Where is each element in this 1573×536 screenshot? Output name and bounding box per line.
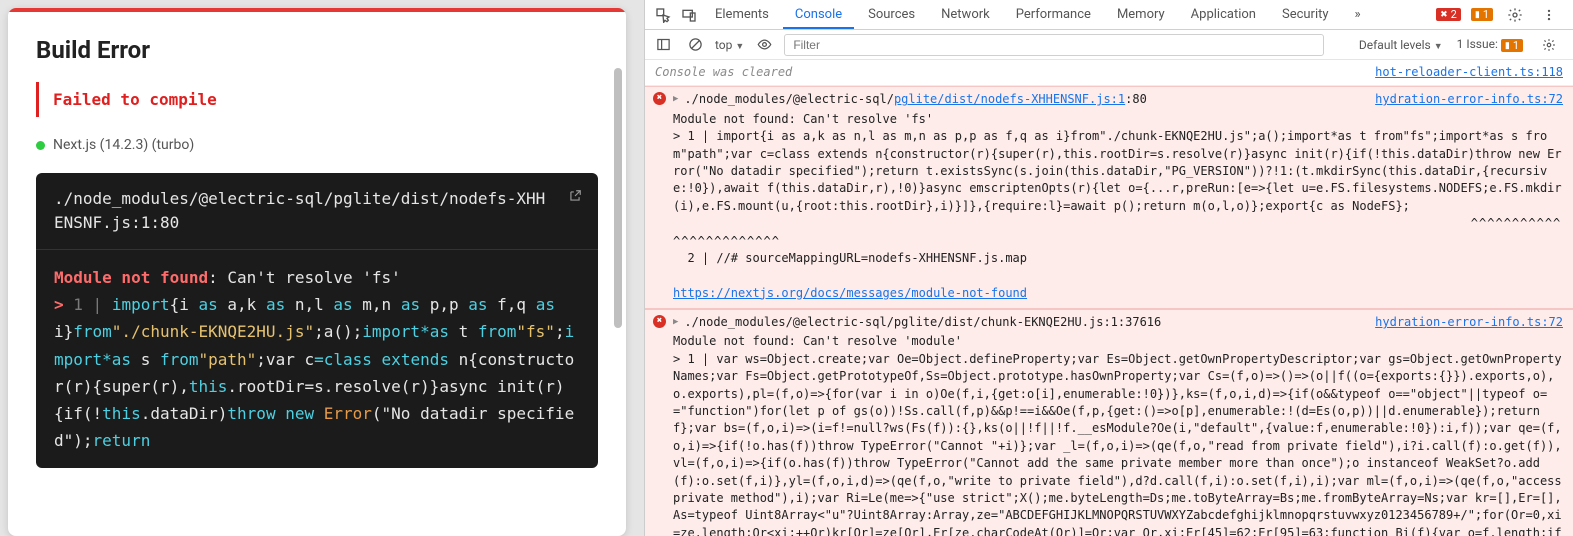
error-body: Module not found: Can't resolve 'module'… <box>673 333 1563 536</box>
console-settings-gear-icon[interactable] <box>1537 33 1561 57</box>
error-card-body: Build Error Failed to compile Next.js (1… <box>8 12 626 536</box>
clear-console-icon[interactable] <box>683 33 707 57</box>
devtools-panel: Elements Console Sources Network Perform… <box>644 0 1573 536</box>
kw-import: import <box>112 295 170 314</box>
tab-network[interactable]: Network <box>929 1 1002 28</box>
console-row-error[interactable]: ✖ ▶ ./node_modules/@electric-sql/pglite/… <box>645 86 1573 309</box>
source-link[interactable]: hot-reloader-client.ts:118 <box>1375 64 1563 81</box>
chevron-down-icon: ▼ <box>1434 42 1443 52</box>
error-file-path: ./node_modules/@electric-sql/pglite/dist… <box>684 314 1161 331</box>
framework-version: Next.js (14.2.3) (turbo) <box>53 137 194 153</box>
context-selector[interactable]: top▼ <box>715 38 744 52</box>
framework-meta: Next.js (14.2.3) (turbo) <box>36 137 598 153</box>
tab-sources[interactable]: Sources <box>856 1 927 28</box>
console-cleared-text: Console was cleared <box>655 64 792 81</box>
source-link[interactable]: hydration-error-info.ts:72 <box>1375 314 1563 331</box>
docs-link[interactable]: https://nextjs.org/docs/messages/module-… <box>673 286 1027 300</box>
error-body: Module not found: Can't resolve 'fs' > 1… <box>673 111 1563 302</box>
expand-triangle-icon[interactable]: ▶ <box>673 316 678 329</box>
tabs-overflow[interactable]: » <box>1343 1 1373 28</box>
filter-input[interactable] <box>784 34 1324 56</box>
devtools-tabbar: Elements Console Sources Network Perform… <box>645 0 1573 30</box>
error-file-path: ./node_modules/@electric-sql/pglite/dist… <box>684 91 1146 108</box>
console-row-error[interactable]: ✖ ▶ ./node_modules/@electric-sql/pglite/… <box>645 309 1573 536</box>
tab-memory[interactable]: Memory <box>1105 1 1177 28</box>
nextjs-error-overlay: Build Error Failed to compile Next.js (1… <box>0 0 644 536</box>
tab-security[interactable]: Security <box>1270 1 1341 28</box>
device-toolbar-icon[interactable] <box>677 3 701 27</box>
error-circle-icon: ✖ <box>653 315 666 328</box>
error-title: Build Error <box>36 36 598 64</box>
inspect-element-icon[interactable] <box>651 3 675 27</box>
console-messages[interactable]: Console was cleared hot-reloader-client.… <box>645 60 1573 536</box>
code-file-path[interactable]: ./node_modules/@electric-sql/pglite/dist… <box>36 173 598 250</box>
issues-label[interactable]: 1 Issue: 1 <box>1457 37 1523 53</box>
source-link[interactable]: hydration-error-info.ts:72 <box>1375 91 1563 108</box>
log-levels-selector[interactable]: Default levels▼ <box>1359 38 1443 52</box>
live-expression-eye-icon[interactable] <box>752 33 776 57</box>
console-toolbar: top▼ Default levels▼ 1 Issue: 1 <box>645 30 1573 60</box>
settings-gear-icon[interactable] <box>1503 3 1527 27</box>
path-link[interactable]: pglite/dist/nodefs-XHHENSNF.js:1 <box>894 92 1125 106</box>
code-block: ./node_modules/@electric-sql/pglite/dist… <box>36 173 598 468</box>
code-path-text: ./node_modules/@electric-sql/pglite/dist… <box>54 189 545 232</box>
warning-count-badge[interactable]: 1 <box>1471 8 1493 21</box>
tab-console[interactable]: Console <box>783 1 854 29</box>
error-count-badge[interactable]: 2 <box>1436 8 1461 21</box>
error-circle-icon: ✖ <box>653 92 666 105</box>
sidebar-toggle-icon[interactable] <box>651 33 675 57</box>
code-content: Module not found: Can't resolve 'fs' > 1… <box>36 250 598 468</box>
external-link-icon[interactable] <box>568 189 582 203</box>
line-number: 1 <box>73 295 83 314</box>
pipe: | <box>83 295 112 314</box>
chevron-down-icon: ▼ <box>735 42 744 52</box>
console-row-info: Console was cleared hot-reloader-client.… <box>645 60 1573 86</box>
more-vertical-icon[interactable] <box>1537 3 1561 27</box>
status-dot-icon <box>36 141 45 150</box>
tab-application[interactable]: Application <box>1179 1 1268 28</box>
tab-elements[interactable]: Elements <box>703 1 781 28</box>
fail-banner-text: Failed to compile <box>53 90 217 109</box>
expand-triangle-icon[interactable]: ▶ <box>673 93 678 106</box>
gutter-marker: > <box>54 295 73 314</box>
module-not-found-label: Module not found <box>54 268 208 287</box>
scrollbar-thumb[interactable] <box>614 68 622 328</box>
mnf-rest: : Can't resolve 'fs' <box>208 268 401 287</box>
fail-banner: Failed to compile <box>36 82 598 117</box>
error-card: Build Error Failed to compile Next.js (1… <box>8 8 626 536</box>
tab-performance[interactable]: Performance <box>1004 1 1103 28</box>
